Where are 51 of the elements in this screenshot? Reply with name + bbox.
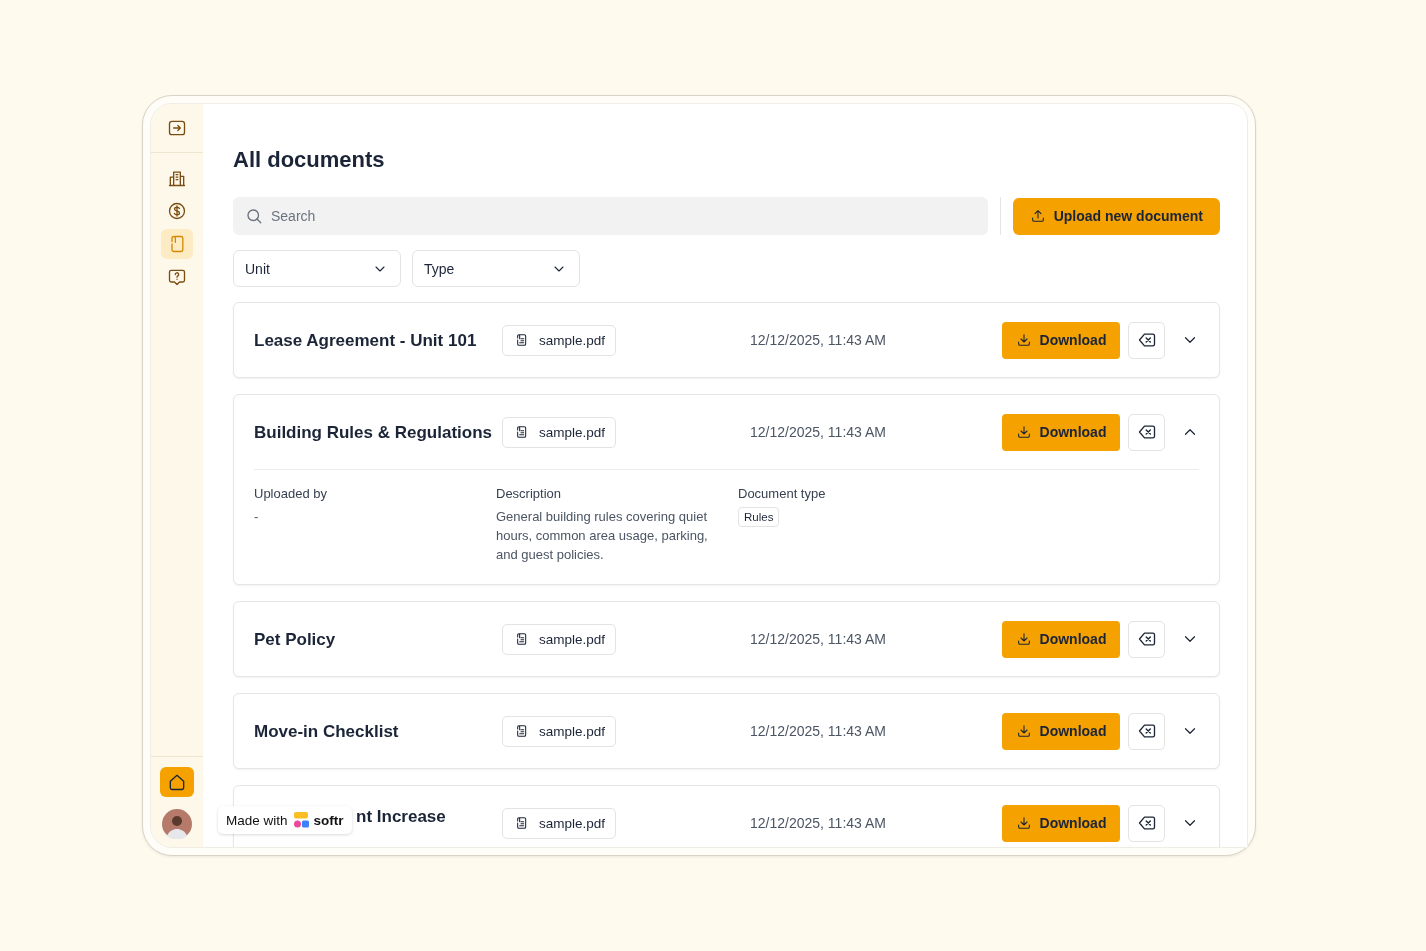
page-title: All documents xyxy=(233,146,386,174)
field-value: - xyxy=(254,508,260,526)
document-title: Building Rules & Regulations xyxy=(254,421,493,443)
home-icon xyxy=(167,772,187,792)
upload-date: 12/12/2025, 11:43 AM xyxy=(750,332,887,348)
search-field[interactable]: Search xyxy=(233,197,988,235)
help-icon xyxy=(167,267,187,287)
document-title: nt Increase xyxy=(356,806,446,827)
file-chip[interactable]: sample.pdf xyxy=(502,416,617,448)
file-chip[interactable]: sample.pdf xyxy=(502,324,617,356)
delete-button[interactable] xyxy=(1128,413,1165,451)
download-icon xyxy=(1015,815,1032,831)
field-label: Description xyxy=(496,486,562,501)
delete-button[interactable] xyxy=(1128,620,1165,658)
download-button[interactable]: Download xyxy=(1002,321,1120,359)
download-button[interactable]: Download xyxy=(1002,620,1120,658)
logo-icon xyxy=(292,812,309,828)
file-chip[interactable]: sample.pdf xyxy=(502,623,617,655)
file-chip[interactable]: sample.pdf xyxy=(502,807,617,839)
search-icon xyxy=(245,207,263,225)
upload-button[interactable]: Upload new document xyxy=(1012,197,1220,235)
delete-button[interactable] xyxy=(1128,321,1165,359)
upload-icon xyxy=(1029,208,1046,224)
download-icon xyxy=(1015,631,1032,647)
download-icon xyxy=(1015,424,1032,440)
delete-button[interactable] xyxy=(1128,712,1165,750)
document-title: Lease Agreement - Unit 101 xyxy=(254,329,478,351)
download-button[interactable]: Download xyxy=(1002,712,1120,750)
arrow-box-icon xyxy=(167,118,187,138)
avatar[interactable] xyxy=(162,809,192,839)
field-value: General building rules covering quiet hours, common area usage, parking, and guest policies. xyxy=(496,508,709,564)
filter-dropdown[interactable]: Type xyxy=(412,250,580,287)
made-with-badge[interactable]: Made with softr xyxy=(218,806,352,834)
upload-date: 12/12/2025, 11:43 AM xyxy=(750,723,887,739)
filter-dropdown[interactable]: Unit xyxy=(233,250,401,287)
type-tag: Rules xyxy=(738,507,780,527)
field-label: Document type xyxy=(738,486,826,501)
download-button[interactable]: Download xyxy=(1002,413,1120,451)
download-icon xyxy=(1015,332,1032,348)
file-chip[interactable]: sample.pdf xyxy=(502,715,617,747)
download-icon xyxy=(1015,723,1032,739)
nav-button[interactable] xyxy=(160,767,194,797)
dollar-icon xyxy=(167,201,187,221)
download-button[interactable]: Download xyxy=(1002,804,1120,842)
upload-date: 12/12/2025, 11:43 AM xyxy=(750,815,887,831)
document-title: Move-in Checklist xyxy=(254,720,400,742)
field-label: Uploaded by xyxy=(254,486,327,501)
upload-date: 12/12/2025, 11:43 AM xyxy=(750,631,887,647)
upload-date: 12/12/2025, 11:43 AM xyxy=(750,424,887,440)
document-title: Pet Policy xyxy=(254,628,337,650)
delete-button[interactable] xyxy=(1128,804,1165,842)
